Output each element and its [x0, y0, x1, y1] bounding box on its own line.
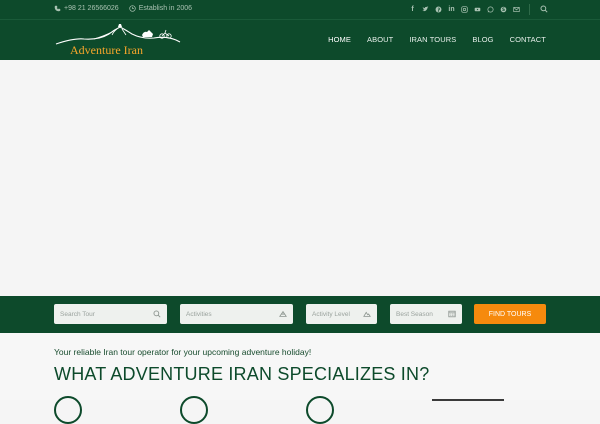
topbar-divider — [529, 4, 530, 15]
phone-icon — [54, 5, 61, 12]
nav-item-iran-tours[interactable]: IRAN TOURS — [409, 35, 456, 44]
social-links: f in S — [409, 5, 520, 14]
search-icon — [153, 310, 161, 318]
level-icon — [363, 311, 371, 317]
search-tour-placeholder: Search Tour — [60, 310, 95, 318]
activities-placeholder: Activities — [186, 310, 212, 318]
main-nav: HOME ABOUT IRAN TOURS BLOG CONTACT — [328, 35, 546, 44]
best-season-select[interactable]: Best Season — [390, 304, 462, 324]
phone-number: +98 21 26566026 — [64, 5, 119, 12]
calendar-icon — [448, 310, 456, 318]
tagline-text: Your reliable Iran tour operator for you… — [54, 347, 312, 357]
svg-text:S: S — [502, 7, 505, 12]
facebook-icon[interactable]: f — [409, 5, 416, 14]
search-tour-input[interactable]: Search Tour — [54, 304, 167, 324]
pinterest-icon[interactable] — [435, 5, 442, 14]
nav-item-about[interactable]: ABOUT — [367, 35, 393, 44]
activity-level-select[interactable]: Activity Level — [306, 304, 377, 324]
search-icon[interactable] — [540, 5, 548, 13]
section-divider — [432, 399, 504, 401]
nav-item-blog[interactable]: BLOG — [472, 35, 493, 44]
nav-item-contact[interactable]: CONTACT — [510, 35, 546, 44]
activities-select[interactable]: Activities — [180, 304, 293, 324]
skype-icon[interactable]: S — [500, 5, 507, 14]
phone-info[interactable]: +98 21 26566026 — [54, 5, 119, 12]
twitter-icon[interactable] — [422, 5, 429, 14]
activity-level-placeholder: Activity Level — [312, 310, 350, 318]
contact-info: +98 21 26566026 Establish in 2006 — [54, 5, 192, 12]
section-heading: WHAT ADVENTURE IRAN SPECIALIZES IN? — [54, 364, 430, 384]
youtube-icon[interactable] — [474, 5, 481, 14]
mountain-icon — [279, 310, 287, 317]
top-bar: +98 21 26566026 Establish in 2006 f in S — [0, 0, 600, 20]
specialty-icon-circle — [180, 396, 208, 424]
instagram-icon[interactable] — [461, 5, 468, 14]
specialty-icon-circle — [54, 396, 82, 424]
find-tours-button[interactable]: FIND TOURS — [474, 304, 546, 324]
main-content: Your reliable Iran tour operator for you… — [0, 333, 600, 424]
whatsapp-icon[interactable] — [487, 5, 494, 14]
established-info: Establish in 2006 — [129, 5, 192, 12]
clock-icon — [129, 5, 136, 12]
site-header: Adventure Iran HOME ABOUT IRAN TOURS BLO… — [0, 20, 600, 60]
nav-item-home[interactable]: HOME — [328, 35, 351, 44]
logo-wordmark: Adventure Iran — [70, 43, 143, 57]
email-icon[interactable] — [513, 5, 520, 14]
specialty-icon-circle — [306, 396, 334, 424]
best-season-placeholder: Best Season — [396, 310, 433, 318]
established-text: Establish in 2006 — [138, 5, 193, 12]
site-logo[interactable]: Adventure Iran — [54, 24, 184, 57]
tour-search-bar: Search Tour Activities Activity Level Be… — [0, 296, 600, 333]
linkedin-icon[interactable]: in — [448, 5, 455, 14]
hero-area — [0, 60, 600, 296]
